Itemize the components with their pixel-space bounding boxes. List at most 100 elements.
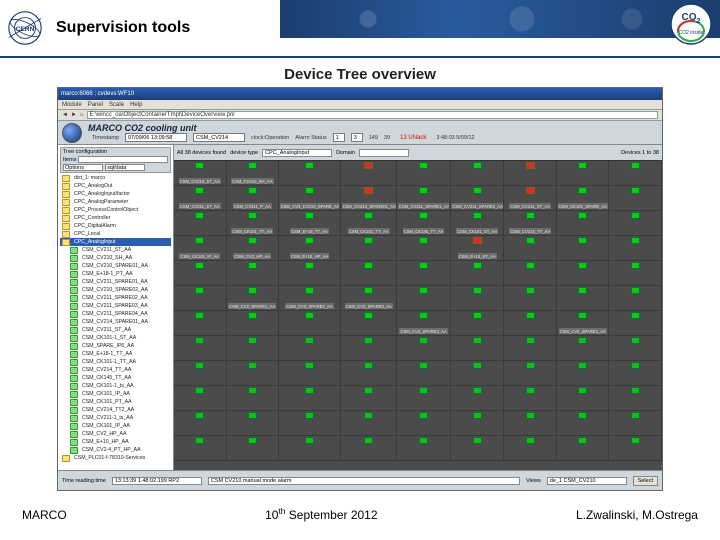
device-cell[interactable] — [279, 311, 341, 336]
tree-leaf[interactable]: CSM_CV211_SPARE02_AA — [60, 294, 171, 302]
tree-options-button[interactable]: Options — [63, 164, 103, 171]
device-cell[interactable] — [504, 261, 557, 286]
device-cell[interactable] — [397, 236, 451, 261]
device-cell[interactable]: CSM_CV211_P_AA — [227, 186, 280, 211]
device-cell[interactable] — [504, 411, 557, 436]
device-cell[interactable]: CSM_CV2_SPARE1_AA — [227, 286, 280, 311]
device-cell[interactable]: CSM_CV2_HP_AA — [227, 236, 280, 261]
device-cell[interactable]: CSM_CV2_SPARE3_AA — [397, 311, 451, 336]
device-cell[interactable]: CSM_CK101_TT_AA — [341, 211, 397, 236]
tree-node[interactable]: CPC_ProcessControlObject — [60, 206, 171, 214]
tree-leaf[interactable]: CSM_CK101-1_ts_AA — [60, 382, 171, 390]
device-cell[interactable] — [174, 311, 227, 336]
device-cell[interactable]: CSM_CK101_TT_AA — [227, 211, 280, 236]
device-cell[interactable] — [341, 236, 397, 261]
device-cell[interactable] — [341, 436, 397, 461]
device-cell[interactable] — [451, 336, 505, 361]
device-cell[interactable]: CSM_CK101_ST_AA — [451, 211, 505, 236]
device-cell[interactable] — [609, 411, 662, 436]
device-cell[interactable] — [174, 211, 227, 236]
device-cell[interactable] — [174, 336, 227, 361]
device-cell[interactable] — [609, 336, 662, 361]
device-cell[interactable] — [341, 161, 397, 186]
device-cell[interactable] — [609, 286, 662, 311]
matrix-domain-field[interactable] — [359, 149, 409, 157]
device-cell[interactable] — [451, 361, 505, 386]
device-cell[interactable] — [341, 261, 397, 286]
tree-leaf[interactable]: CSM_SPARE_IP6_AA — [60, 342, 171, 350]
tree-leaf[interactable]: CSM_CV210_SPARE02_AA — [60, 286, 171, 294]
device-cell[interactable] — [279, 411, 341, 436]
tree-node[interactable]: CPC_Controller — [60, 214, 171, 222]
tree-leaf[interactable]: CSM_CV211_SPARE04_AA — [60, 310, 171, 318]
device-cell[interactable] — [341, 411, 397, 436]
device-cell[interactable] — [557, 436, 610, 461]
device-cell[interactable] — [557, 361, 610, 386]
device-cell[interactable]: CSM_CK145_TT_AA — [397, 211, 451, 236]
tree-node[interactable]: dist_1: marco — [60, 174, 171, 182]
device-cell[interactable] — [609, 236, 662, 261]
tree-leaf[interactable]: CSM_CK101_IP_AA — [60, 390, 171, 398]
device-cell[interactable] — [609, 436, 662, 461]
device-cell[interactable] — [504, 336, 557, 361]
device-cell[interactable] — [174, 286, 227, 311]
device-cell[interactable] — [451, 411, 505, 436]
menu-scale[interactable]: Scale — [109, 102, 124, 108]
device-cell[interactable] — [397, 386, 451, 411]
device-cell[interactable] — [341, 386, 397, 411]
device-cell[interactable] — [227, 436, 280, 461]
device-cell[interactable] — [609, 361, 662, 386]
device-cell[interactable] — [609, 161, 662, 186]
tree-node-selected[interactable]: CPC_AnalogInput — [60, 238, 171, 246]
device-cell[interactable]: CSM_CV210_ST_AA — [174, 161, 227, 186]
tree-leaf[interactable]: CSM_CV211_SPARE03_AA — [60, 302, 171, 310]
tree-leaf[interactable]: CSM_CV2_HP_AA — [60, 430, 171, 438]
device-cell[interactable] — [504, 386, 557, 411]
device-cell[interactable]: CSM_CV210_SPARE01_AA — [341, 186, 397, 211]
device-cell[interactable]: CSM_CK101_SPARE_AA — [557, 186, 610, 211]
device-cell[interactable] — [174, 386, 227, 411]
tree-leaf[interactable]: CSM_CV210_SPARE01_AA — [60, 262, 171, 270]
device-cell[interactable]: CSM_E+13_ST_AA — [451, 236, 505, 261]
device-cell[interactable] — [227, 361, 280, 386]
tree-leaf[interactable]: CSM_E+10_HP_AA — [60, 438, 171, 446]
device-cell[interactable] — [227, 261, 280, 286]
tree-leaf[interactable]: CSM_CK101-1_ST_AA — [60, 334, 171, 342]
matrix-filter-value[interactable]: CPC_AnalogInput — [262, 149, 332, 157]
device-cell[interactable] — [397, 261, 451, 286]
device-cell[interactable] — [174, 261, 227, 286]
device-cell[interactable]: CSM_CV2_SPARE3_AA — [557, 311, 610, 336]
address-field[interactable]: E:\wincc_oa\ObjectContainerTmpl\DeviceOv… — [87, 111, 658, 119]
device-cell[interactable]: CSM_CV211_ST_AA — [174, 186, 227, 211]
device-cell[interactable] — [341, 311, 397, 336]
device-cell[interactable]: CSM_CV2_SPARE3_AA — [341, 286, 397, 311]
menu-panel[interactable]: Panel — [88, 102, 103, 108]
device-cell[interactable] — [397, 286, 451, 311]
tree-node[interactable]: CPC_Local — [60, 230, 171, 238]
device-cell[interactable] — [451, 261, 505, 286]
device-cell[interactable] — [341, 361, 397, 386]
device-cell[interactable] — [557, 261, 610, 286]
device-cell[interactable] — [609, 261, 662, 286]
device-cell[interactable] — [279, 361, 341, 386]
device-cell[interactable] — [451, 286, 505, 311]
device-cell[interactable] — [174, 361, 227, 386]
device-cell[interactable]: CSM_CV2_SPARE2_AA — [279, 286, 341, 311]
device-cell[interactable]: CSM_E+18_TT_AA — [279, 211, 341, 236]
device-cell[interactable] — [227, 336, 280, 361]
device-cell[interactable] — [557, 386, 610, 411]
device-cell[interactable] — [279, 161, 341, 186]
device-cell[interactable] — [557, 211, 610, 236]
device-cell[interactable]: CSM_CV211_SPARE1_AA — [397, 186, 451, 211]
tree-leaf[interactable]: CSM_CV214_TT2_AA — [60, 406, 171, 414]
device-cell[interactable] — [279, 336, 341, 361]
device-cell[interactable] — [504, 236, 557, 261]
device-cell[interactable] — [174, 436, 227, 461]
menu-module[interactable]: Module — [62, 102, 82, 108]
device-cell[interactable] — [227, 411, 280, 436]
tree-node[interactable]: CPC_AnalogInput/factor — [60, 190, 171, 198]
device-cell[interactable] — [504, 286, 557, 311]
device-cell[interactable] — [397, 411, 451, 436]
device-cell[interactable] — [279, 261, 341, 286]
tree-leaf[interactable]: CSM_CV211_ST_AA — [60, 246, 171, 254]
